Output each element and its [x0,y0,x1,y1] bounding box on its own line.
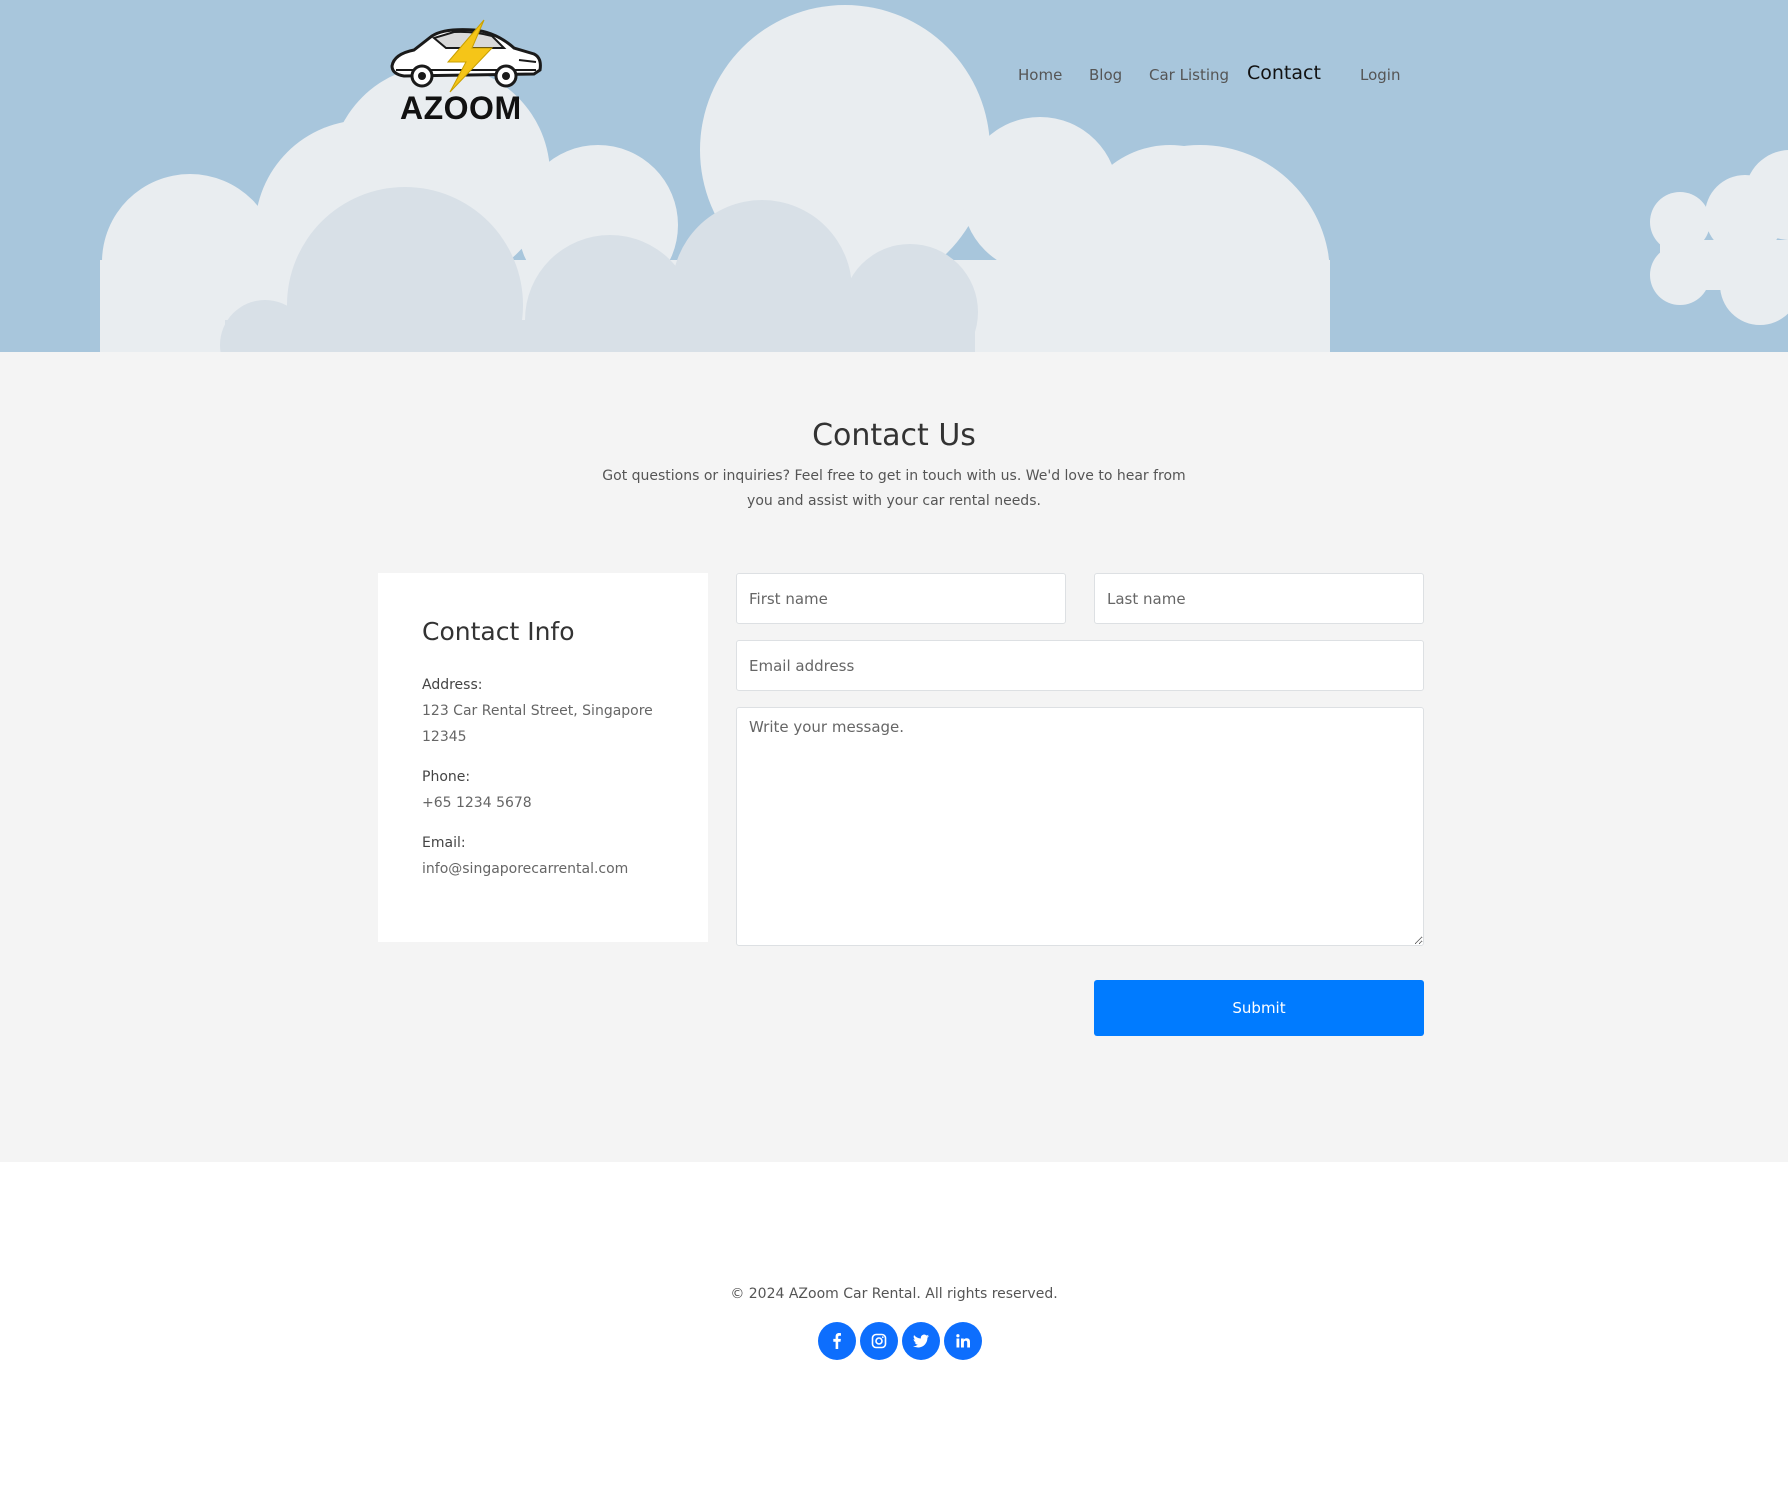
facebook-icon [833,1333,841,1349]
twitter-icon [913,1334,929,1348]
address-value: 123 Car Rental Street, Singapore 12345 [422,703,653,745]
twitter-link[interactable] [902,1322,940,1360]
instagram-icon [871,1333,887,1349]
hero-header: AZOOM Home Blog Car Listing Contact Logi… [0,0,1788,352]
contact-section: Contact Us Got questions or inquiries? F… [0,352,1788,1162]
phone-value: +65 1234 5678 [422,795,532,811]
nav-item-car-listing[interactable]: Car Listing [1149,66,1229,84]
message-textarea[interactable] [736,707,1424,946]
page-title: Contact Us [812,418,976,453]
email-value: info@singaporecarrental.com [422,861,629,877]
nav-item-contact[interactable]: Contact [1247,62,1321,84]
first-name-input[interactable] [736,573,1066,624]
nav-item-blog[interactable]: Blog [1089,66,1122,84]
submit-button[interactable]: Submit [1094,980,1424,1036]
facebook-link[interactable] [818,1322,856,1360]
clouds-background [100,5,1788,352]
nav-item-home[interactable]: Home [1018,66,1062,84]
social-links [818,1322,988,1360]
contact-info-card: Contact Info Address: 123 Car Rental Str… [378,573,708,942]
linkedin-icon [956,1334,970,1348]
email-input[interactable] [736,640,1424,691]
address-label: Address: [422,677,483,693]
last-name-input[interactable] [1094,573,1424,624]
phone-label: Phone: [422,769,471,785]
nav-item-login[interactable]: Login [1360,66,1400,84]
page-subtitle: Got questions or inquiries? Feel free to… [602,468,1186,509]
brand-name: AZOOM [400,90,522,126]
email-label: Email: [422,835,466,851]
contact-info-title: Contact Info [422,617,575,646]
copyright-text: © 2024 AZoom Car Rental. All rights rese… [730,1286,1058,1302]
main-nav: Home Blog Car Listing Contact Login [0,60,1788,92]
linkedin-link[interactable] [944,1322,982,1360]
instagram-link[interactable] [860,1322,898,1360]
footer: © 2024 AZoom Car Rental. All rights rese… [0,1162,1788,1511]
